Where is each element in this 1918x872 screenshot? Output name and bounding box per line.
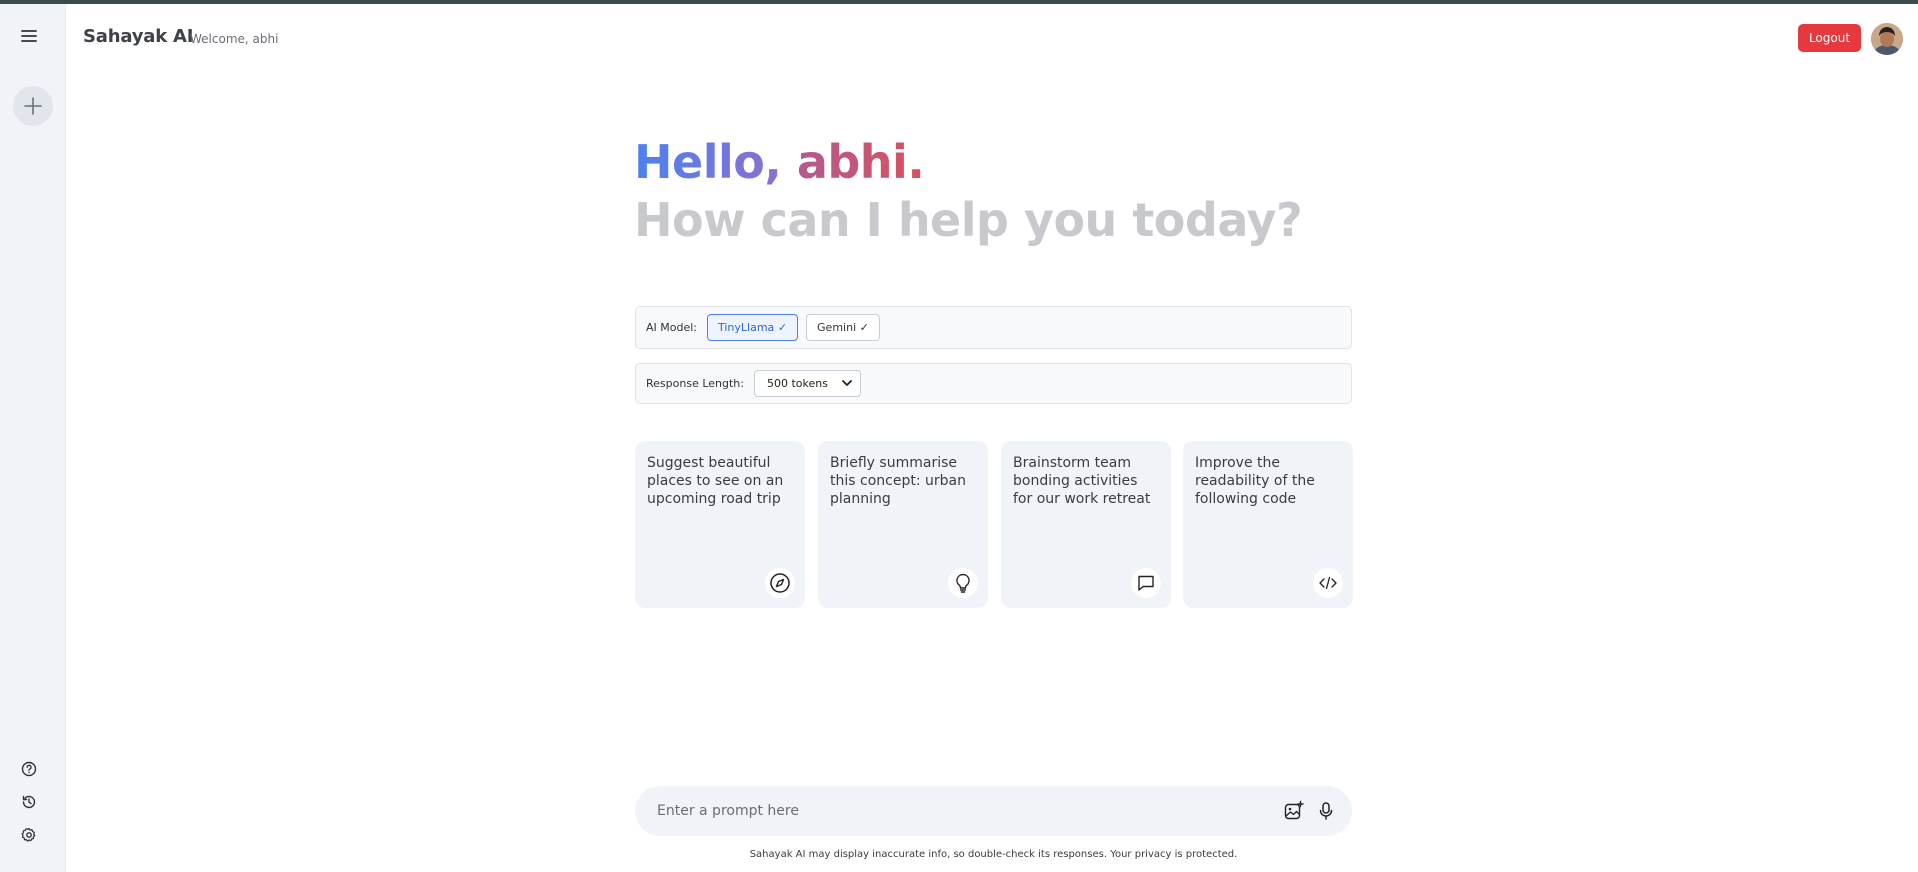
- logout-button[interactable]: Logout: [1798, 24, 1861, 52]
- image-upload-icon[interactable]: [1282, 799, 1306, 823]
- suggestion-text: Improve the readability of the following…: [1195, 455, 1315, 507]
- model-option-label: Gemini: [817, 321, 857, 334]
- model-selector-panel: AI Model: TinyLlama ✓ Gemini ✓: [635, 306, 1352, 349]
- settings-gear-icon[interactable]: [19, 825, 39, 845]
- brand-title: Sahayak AI: [83, 26, 194, 47]
- code-icon: [1313, 568, 1343, 598]
- model-selector-label: AI Model:: [646, 321, 697, 334]
- suggestion-text: Suggest beautiful places to see on an up…: [647, 455, 784, 507]
- history-icon[interactable]: [19, 792, 39, 812]
- microphone-icon[interactable]: [1314, 799, 1338, 823]
- lightbulb-icon: [948, 568, 978, 598]
- greeting-username: abhi.: [796, 135, 925, 189]
- response-length-select[interactable]: 500 tokens: [753, 370, 861, 397]
- suggestion-card[interactable]: Brainstorm team bonding activities for o…: [1001, 441, 1171, 608]
- model-option-gemini[interactable]: Gemini ✓: [806, 314, 880, 341]
- compass-icon: [765, 568, 795, 598]
- greeting-subtitle: How can I help you today?: [634, 193, 1303, 247]
- response-length-panel: Response Length: 500 tokens: [635, 363, 1352, 404]
- menu-icon[interactable]: [15, 22, 43, 50]
- disclaimer-text: Sahayak AI may display inaccurate info, …: [749, 849, 1238, 860]
- model-option-tinyllama[interactable]: TinyLlama ✓: [707, 314, 799, 341]
- prompt-input[interactable]: [657, 803, 1274, 819]
- prompt-bar: [635, 786, 1352, 836]
- chat-bubble-icon: [1131, 568, 1161, 598]
- check-icon: ✓: [777, 321, 788, 334]
- response-length-value: 500 tokens: [766, 377, 828, 390]
- greeting-heading: Hello, abhi.: [634, 134, 925, 190]
- greeting-hello: Hello,: [634, 135, 782, 189]
- check-icon: ✓: [859, 321, 869, 334]
- help-icon[interactable]: [19, 759, 39, 779]
- suggestion-card[interactable]: Briefly summarise this concept: urban pl…: [818, 441, 988, 608]
- sidebar: [0, 4, 66, 872]
- chevron-down-icon: [842, 380, 852, 386]
- suggestion-card[interactable]: Suggest beautiful places to see on an up…: [635, 441, 805, 608]
- suggestion-text: Briefly summarise this concept: urban pl…: [830, 455, 966, 507]
- response-length-label: Response Length:: [646, 377, 744, 390]
- model-option-label: TinyLlama: [718, 321, 775, 334]
- plus-icon: [24, 97, 42, 115]
- top-stripe: [0, 0, 1918, 4]
- suggestion-card[interactable]: Improve the readability of the following…: [1183, 441, 1353, 608]
- new-chat-button[interactable]: [13, 86, 53, 126]
- user-avatar[interactable]: [1871, 23, 1903, 55]
- suggestion-text: Brainstorm team bonding activities for o…: [1013, 455, 1151, 507]
- welcome-text: Welcome, abhi: [190, 32, 279, 46]
